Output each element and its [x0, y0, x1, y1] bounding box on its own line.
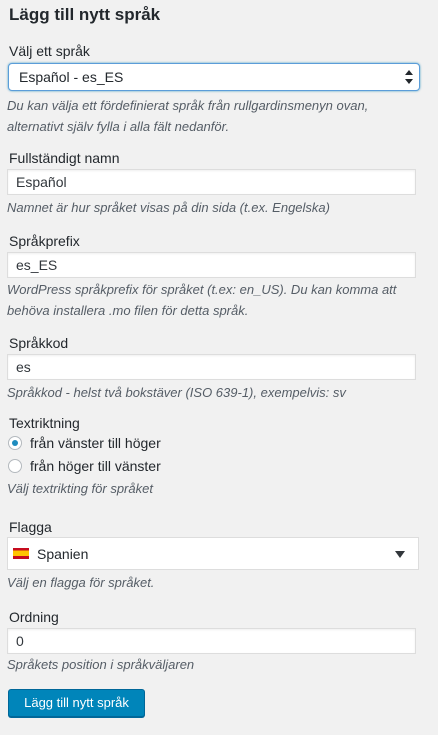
order-label: Ordning [9, 609, 59, 625]
flag-select-value: Spanien [37, 545, 89, 562]
language-code-input[interactable]: es [7, 354, 416, 380]
flag-description: Välj en flagga för språket. [7, 575, 155, 590]
spain-flag-icon [13, 548, 29, 559]
order-input[interactable]: 0 [7, 628, 416, 654]
form-title: Lägg till nytt språk [9, 5, 161, 24]
direction-option-ltr[interactable]: från vänster till höger [8, 433, 161, 453]
locale-description: WordPress språkprefix för språket (t.ex:… [7, 282, 397, 318]
full-name-input[interactable]: Español [7, 169, 416, 195]
language-code-description: Språkkod - helst två bokstäver (ISO 639-… [7, 385, 346, 400]
locale-label: Språkprefix [9, 233, 80, 249]
flag-label: Flagga [9, 519, 52, 535]
radio-ltr[interactable] [8, 436, 22, 450]
language-select-label: Välj ett språk [9, 43, 90, 59]
radio-rtl-label: från höger till vänster [30, 458, 161, 474]
full-name-description: Namnet är hur språket visas på din sida … [7, 200, 330, 215]
locale-input[interactable]: es_ES [7, 252, 416, 278]
order-description: Språkets position i språkväljaren [7, 657, 195, 672]
text-direction-description: Välj textrikting för språket [7, 481, 153, 496]
language-select[interactable]: Español - es_ES [8, 63, 420, 91]
add-language-button[interactable]: Lägg till nytt språk [8, 689, 145, 717]
full-name-label: Fullständigt namn [9, 150, 120, 166]
flag-select[interactable]: Spanien [7, 537, 419, 570]
language-code-label: Språkkod [9, 335, 69, 351]
radio-rtl[interactable] [8, 459, 22, 473]
add-language-form: Lägg till nytt språk Välj ett språk Espa… [0, 0, 438, 735]
direction-option-rtl[interactable]: från höger till vänster [8, 456, 161, 476]
language-select-description: Du kan välja ett fördefinierat språk frå… [7, 98, 369, 134]
text-direction-label: Textriktning [9, 415, 80, 431]
chevron-down-icon [395, 551, 405, 558]
language-select-value: Español - es_ES [19, 69, 124, 85]
select-arrows-icon [405, 70, 413, 84]
radio-ltr-label: från vänster till höger [30, 435, 161, 451]
